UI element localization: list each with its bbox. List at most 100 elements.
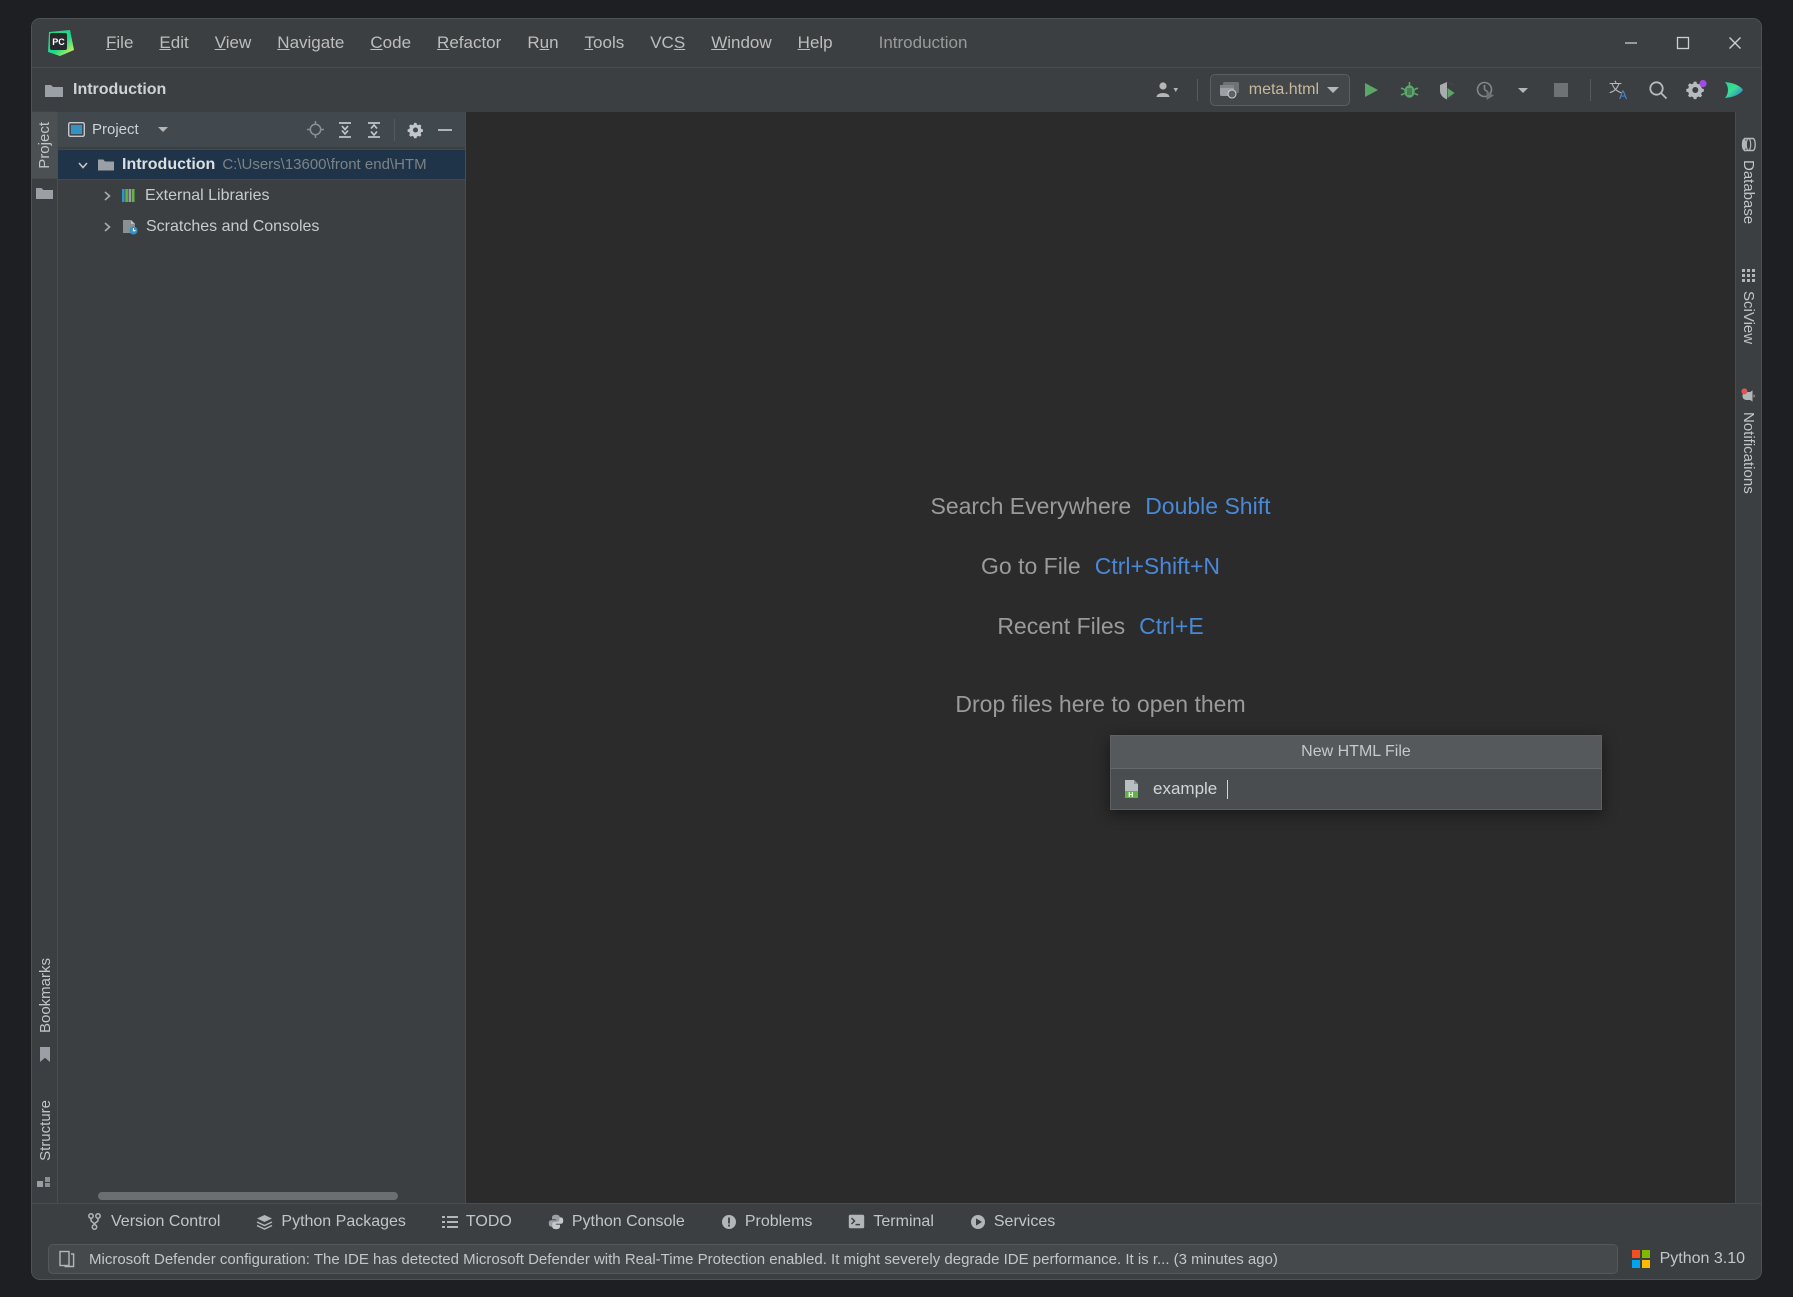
folder-icon: [45, 84, 63, 97]
tool-window-label: Python Packages: [281, 1212, 406, 1230]
tree-row-scratches[interactable]: Scratches and Consoles: [58, 211, 465, 242]
updates-button[interactable]: [1717, 74, 1751, 106]
stop-button[interactable]: [1544, 74, 1578, 106]
tool-window-problems[interactable]: Problems: [716, 1210, 818, 1234]
drop-hint-label: Drop files here to open them: [955, 691, 1246, 717]
run-button[interactable]: [1354, 74, 1388, 106]
tree-path: C:\Users\13600\front end\HTM: [222, 156, 427, 173]
status-bar: Microsoft Defender configuration: The ID…: [32, 1239, 1761, 1279]
menu-tools[interactable]: Tools: [573, 28, 637, 58]
left-stripe-bottom: Bookmarks Structure: [32, 948, 58, 1193]
locate-file-icon[interactable]: [302, 117, 329, 143]
tool-window-todo[interactable]: TODO: [437, 1210, 517, 1234]
collapse-all-icon[interactable]: [360, 117, 387, 143]
chevron-right-icon[interactable]: [100, 190, 114, 202]
sciview-stripe-label: SciView: [1740, 291, 1757, 345]
python-icon: [548, 1214, 564, 1229]
tool-window-version-control[interactable]: Version Control: [82, 1210, 225, 1234]
toolbar-divider-1: [1196, 79, 1198, 101]
sidebar-item-project[interactable]: Project: [32, 112, 57, 179]
grid-icon: [1742, 269, 1755, 283]
hide-panel-icon[interactable]: [431, 117, 458, 143]
tree-row-introduction[interactable]: Introduction C:\Users\13600\front end\HT…: [58, 149, 465, 180]
menu-run[interactable]: Run: [515, 28, 570, 58]
editor-area[interactable]: Search Everywhere Double Shift Go to Fil…: [466, 112, 1735, 1203]
profile-dropdown[interactable]: [1506, 74, 1540, 106]
chevron-right-icon[interactable]: [100, 221, 114, 233]
notifications-stripe-label: Notifications: [1740, 412, 1757, 495]
tree-label: External Libraries: [145, 186, 270, 204]
project-stripe-label: Project: [36, 122, 53, 169]
menu-file[interactable]: File: [94, 28, 145, 58]
warning-icon: [721, 1214, 736, 1229]
layers-icon: [257, 1214, 273, 1230]
hint-label: Search Everywhere: [930, 493, 1132, 519]
menu-code[interactable]: Code: [358, 28, 423, 58]
debug-button[interactable]: [1392, 74, 1426, 106]
folder-icon: [98, 159, 114, 171]
hint-label: Recent Files: [997, 613, 1126, 639]
menu-view[interactable]: View: [203, 28, 264, 58]
profile-button[interactable]: [1468, 74, 1502, 106]
hint-label: Go to File: [981, 553, 1081, 579]
window-title: Introduction: [878, 33, 968, 52]
menu-bar: File Edit View Navigate Code Refactor Ru…: [94, 28, 845, 58]
pycharm-logo-icon: PC: [46, 28, 76, 58]
tree-label: Introduction: [122, 155, 216, 173]
sidebar-item-notifications[interactable]: Notifications: [1736, 377, 1761, 505]
menu-help[interactable]: Help: [786, 28, 845, 58]
html-browser-icon: [1219, 82, 1239, 99]
menu-navigate[interactable]: Navigate: [265, 28, 356, 58]
expand-all-icon[interactable]: [331, 117, 358, 143]
search-button[interactable]: [1641, 74, 1675, 106]
toolbar-actions: meta.html 文 A: [1151, 74, 1751, 106]
new-file-name-value: example: [1153, 779, 1218, 798]
hint-shortcut: Ctrl+E: [1139, 613, 1204, 639]
svg-text:A: A: [1619, 88, 1627, 101]
scratches-icon: [123, 219, 138, 234]
tool-window-services[interactable]: Services: [965, 1210, 1060, 1234]
chevron-down-icon[interactable]: [76, 159, 90, 171]
chevron-down-icon[interactable]: [157, 127, 168, 132]
account-icon[interactable]: [1151, 74, 1185, 106]
hint-shortcut: Double Shift: [1145, 493, 1271, 519]
sidebar-item-sciview[interactable]: SciView: [1736, 257, 1761, 355]
hint-shortcut: Ctrl+Shift+N: [1094, 553, 1220, 579]
tree-row-external-libraries[interactable]: External Libraries: [58, 180, 465, 211]
run-coverage-button[interactable]: [1430, 74, 1464, 106]
bookmark-icon: [38, 1046, 52, 1068]
sidebar-item-structure[interactable]: Structure: [33, 1090, 58, 1171]
minimize-icon[interactable]: [1605, 19, 1657, 67]
menu-refactor[interactable]: Refactor: [425, 28, 513, 58]
tool-window-terminal[interactable]: Terminal: [843, 1210, 938, 1234]
close-icon[interactable]: [1709, 19, 1761, 67]
sidebar-item-database[interactable]: Database: [1736, 126, 1761, 235]
sidebar-item-bookmarks[interactable]: Bookmarks: [33, 948, 58, 1043]
menu-window[interactable]: Window: [699, 28, 783, 58]
tool-window-python-console[interactable]: Python Console: [543, 1210, 690, 1234]
menu-vcs[interactable]: VCS: [638, 28, 697, 58]
tool-window-bar: Version Control Python Packages TODO Pyt…: [32, 1203, 1761, 1239]
settings-button[interactable]: [1679, 74, 1713, 106]
structure-stripe-label: Structure: [36, 1100, 54, 1161]
breadcrumb[interactable]: Introduction: [44, 81, 166, 99]
gear-icon[interactable]: [402, 117, 429, 143]
maximize-icon[interactable]: [1657, 19, 1709, 67]
notification-banner[interactable]: Microsoft Defender configuration: The ID…: [48, 1244, 1618, 1274]
bell-icon: [1740, 388, 1755, 402]
tool-window-label: Python Console: [571, 1212, 685, 1230]
libraries-icon: [122, 189, 135, 202]
interpreter-selector[interactable]: Python 3.10: [1631, 1250, 1749, 1268]
tree-label: Scratches and Consoles: [146, 217, 320, 235]
database-stripe-label: Database: [1740, 160, 1757, 225]
translate-button[interactable]: 文 A: [1603, 74, 1637, 106]
project-tree-scrollbar[interactable]: [98, 1192, 398, 1200]
new-file-name-input[interactable]: H example: [1111, 769, 1601, 809]
structure-icon: [37, 1174, 53, 1193]
new-html-file-popup: New HTML File H example: [1110, 735, 1602, 810]
run-configuration-selector[interactable]: meta.html: [1209, 74, 1350, 106]
hint-recent-files: Recent Files Ctrl+E: [821, 613, 1381, 673]
menu-edit[interactable]: Edit: [147, 28, 200, 58]
tool-window-python-packages[interactable]: Python Packages: [251, 1210, 411, 1234]
hint-go-to-file: Go to File Ctrl+Shift+N: [821, 553, 1381, 613]
